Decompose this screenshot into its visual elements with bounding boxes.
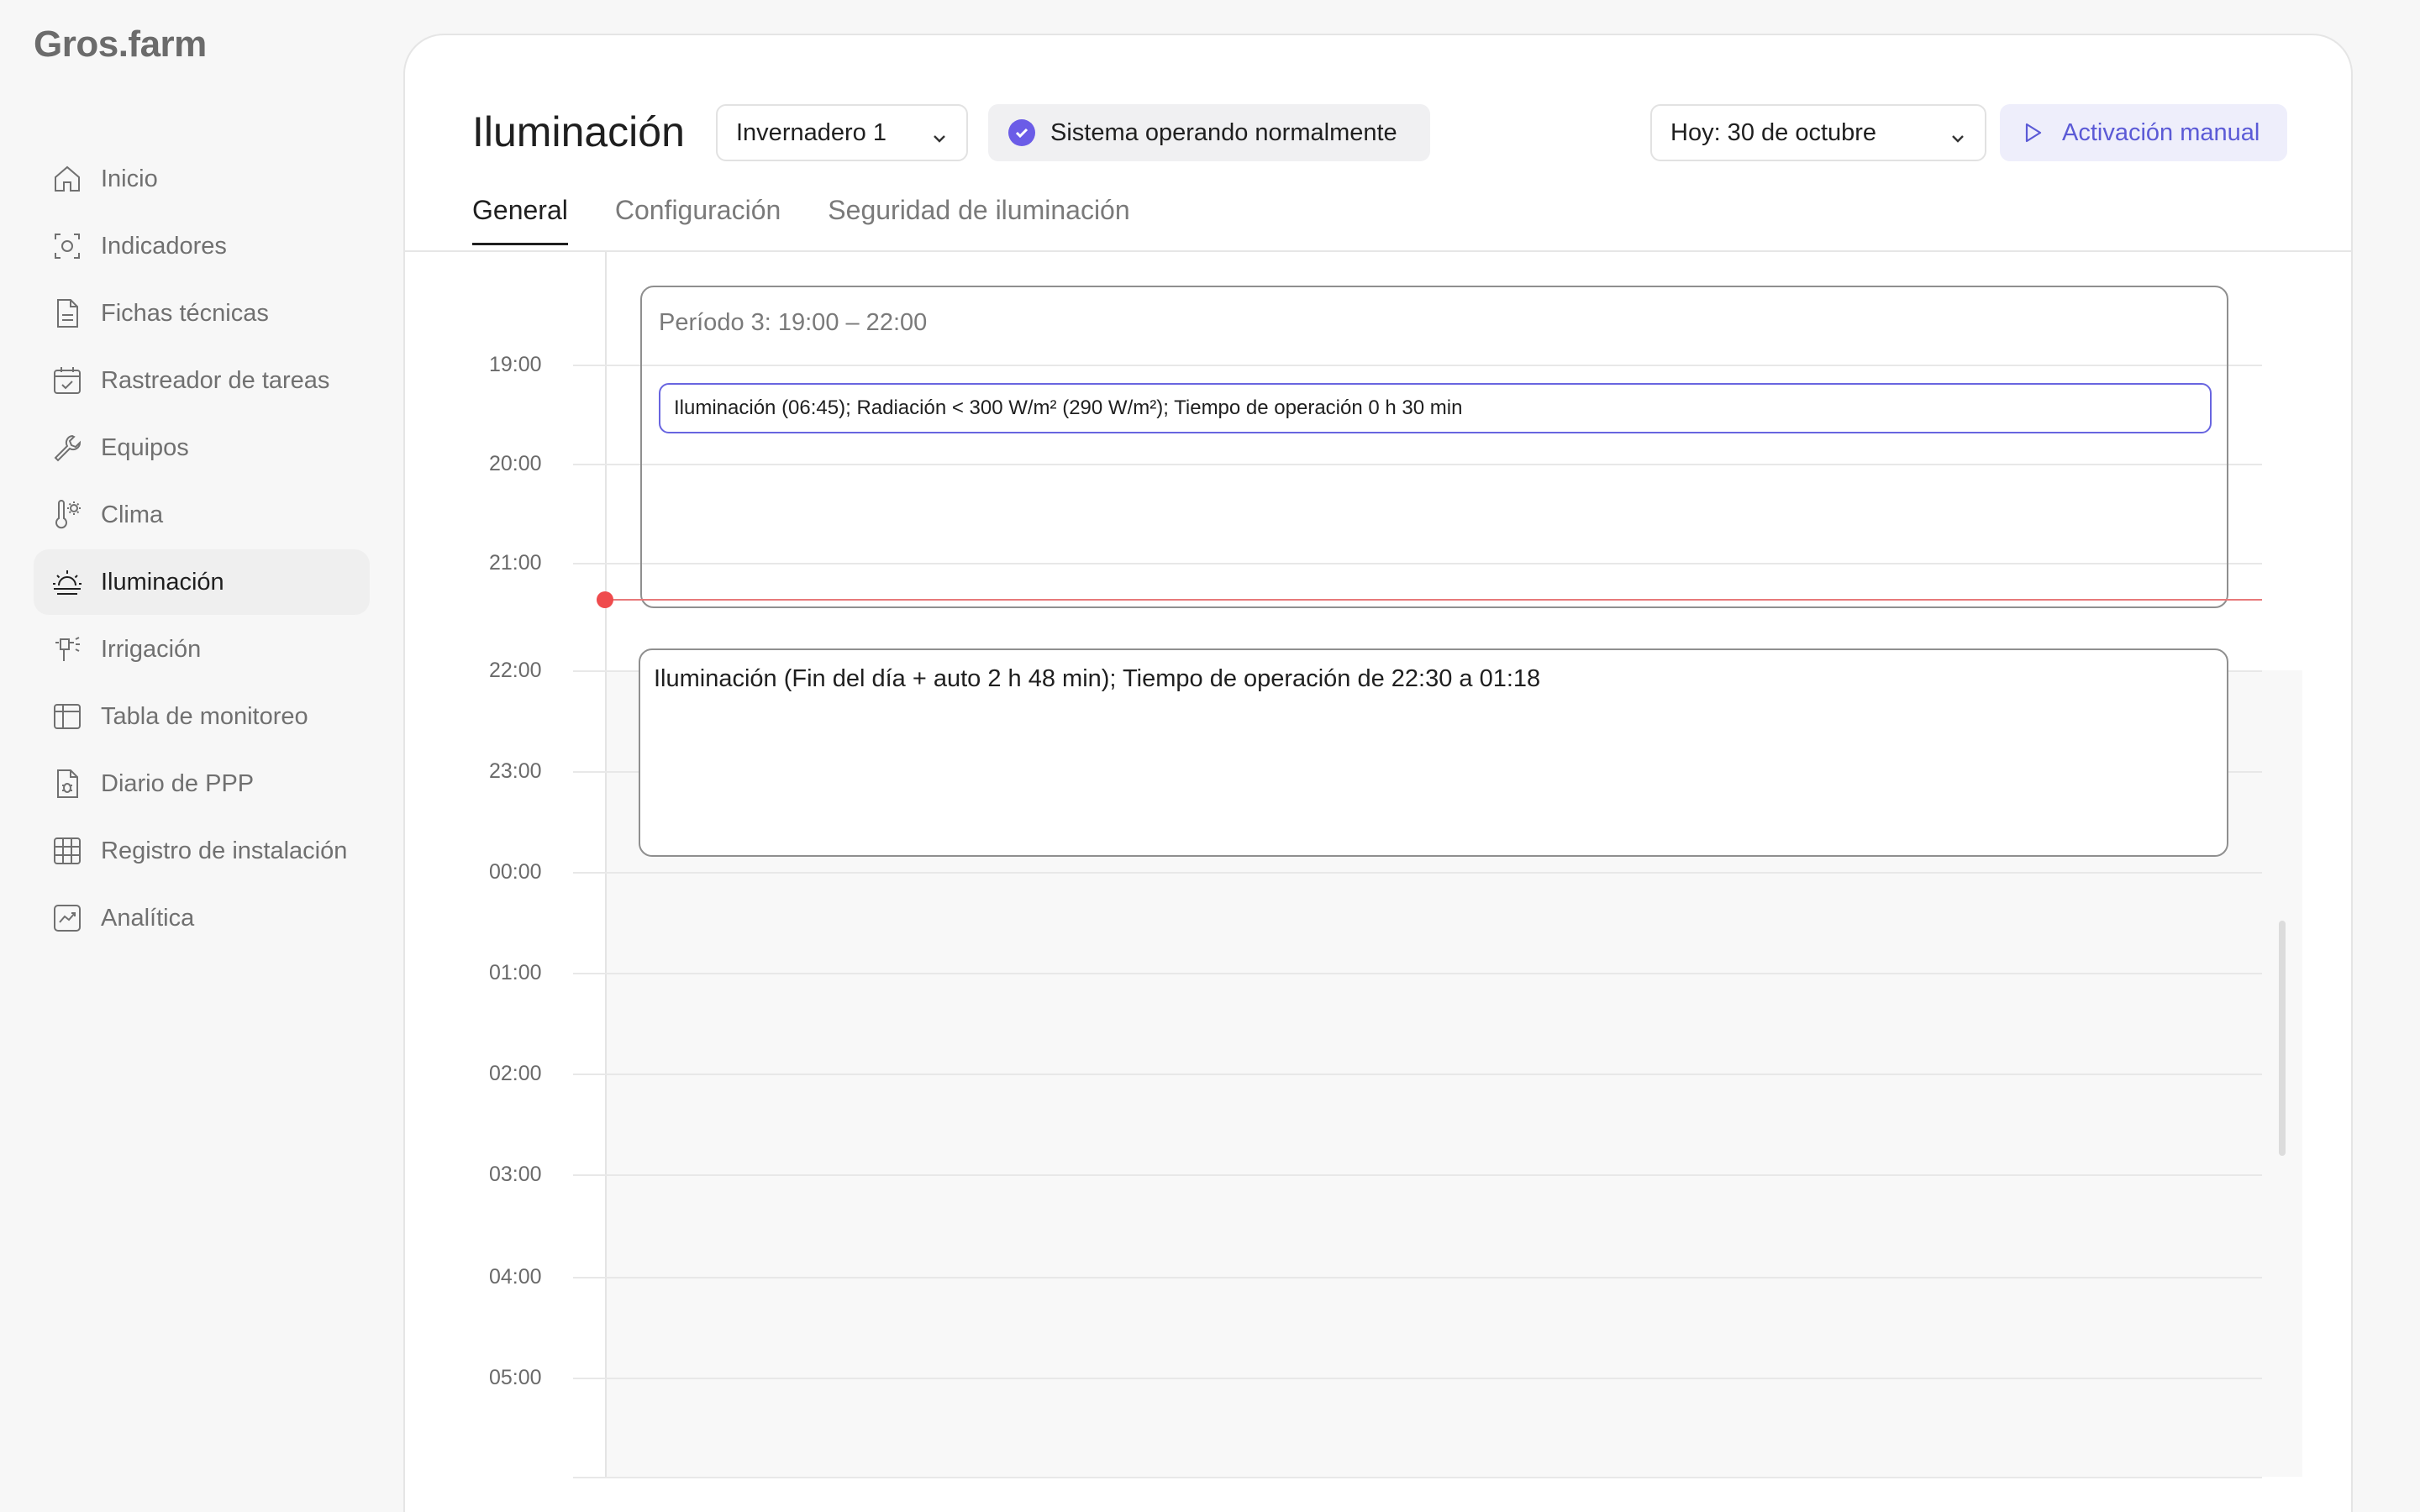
sidebar-item-inicio[interactable]: Inicio [34,146,370,212]
hour-label: 22:00 [489,659,542,682]
hour-label: 21:00 [489,551,542,575]
manual-activation-label: Activación manual [2062,118,2260,146]
greenhouse-select[interactable]: Invernadero 1 [716,104,968,161]
calendar-check-icon [50,364,84,397]
sidebar-item-label: Inicio [101,165,158,192]
sidebar-item-equipos[interactable]: Equipos [34,415,370,480]
document-icon [50,297,84,330]
hour-label: 03:00 [489,1163,542,1186]
app-root: Gros.farm Inicio Indicadores Fichas técn… [0,0,2420,1512]
sidebar-item-tabla[interactable]: Tabla de monitoreo [34,684,370,749]
sidebar-item-iluminacion[interactable]: Iluminación [34,549,370,615]
manual-activation-button[interactable]: Activación manual [2000,104,2287,161]
tab-general[interactable]: General [472,195,568,245]
check-circle-icon [1008,119,1035,146]
hour-row: 00:00 [405,860,2262,884]
hour-label: 20:00 [489,452,542,475]
bug-document-icon [50,767,84,801]
hour-label: 04:00 [489,1265,542,1289]
date-select-value: Hoy: 30 de octubre [1670,118,1877,146]
tab-seguridad[interactable]: Seguridad de iluminación [828,195,1129,245]
logo[interactable]: Gros.farm [34,24,207,66]
sidebar-item-irrigacion[interactable]: Irrigación [34,617,370,682]
chevron-down-icon [1949,126,1966,143]
status-badge: Sistema operando normalmente [988,104,1430,161]
hour-label: 00:00 [489,860,542,884]
table-icon [50,700,84,733]
chart-icon [50,901,84,935]
thermometer-sun-icon [50,498,84,532]
sidebar-item-registro[interactable]: Registro de instalación [34,818,370,884]
sidebar-item-fichas[interactable]: Fichas técnicas [34,281,370,346]
hour-row: 03:00 [405,1163,2262,1186]
sidebar-item-label: Equipos [101,433,189,461]
sidebar-item-label: Clima [101,501,164,528]
wrench-icon [50,431,84,465]
end-of-day-event-text: Iluminación (Fin del día + auto 2 h 48 m… [654,665,1541,692]
hour-label: 01:00 [489,961,542,984]
hour-gridline [573,1174,2262,1176]
indicators-icon [50,229,84,263]
tab-configuracion[interactable]: Configuración [615,195,781,245]
hour-gridline [573,1074,2262,1075]
sidebar-item-label: Iluminación [101,568,224,596]
sidebar-item-label: Irrigación [101,635,202,663]
sidebar-item-label: Fichas técnicas [101,299,269,327]
sidebar-item-label: Tabla de monitoreo [101,702,308,730]
hour-gridline [573,1378,2262,1379]
sidebar-item-indicadores[interactable]: Indicadores [34,213,370,279]
hour-gridline [573,1277,2262,1278]
hour-label: 02:00 [489,1062,542,1085]
sidebar-item-label: Analítica [101,904,195,932]
sidebar-item-label: Rastreador de tareas [101,366,330,394]
end-of-day-event[interactable]: Iluminación (Fin del día + auto 2 h 48 m… [639,648,2228,857]
sunrise-icon [50,565,84,599]
hour-label: 05:00 [489,1366,542,1389]
grid-icon [50,834,84,868]
sidebar-item-label: Indicadores [101,232,227,260]
main-panel: Iluminación Invernadero 1 Sistema operan… [403,34,2353,1512]
hour-row: 02:00 [405,1062,2262,1085]
current-time-line [605,599,2262,601]
sidebar-item-label: Diario de PPP [101,769,255,797]
sidebar-item-clima[interactable]: Clima [34,482,370,548]
timeline-axis [605,252,607,1478]
date-select[interactable]: Hoy: 30 de octubre [1650,104,1986,161]
hour-row [405,1477,2262,1478]
sidebar-item-diario[interactable]: Diario de PPP [34,751,370,816]
hour-label: 19:00 [489,353,542,376]
hour-gridline [573,1477,2262,1478]
period-label: Período 3: 19:00 – 22:00 [659,309,928,336]
period-block[interactable]: Período 3: 19:00 – 22:00 Iluminación (06… [640,286,2228,608]
play-icon [2020,120,2045,145]
page-title: Iluminación [472,108,685,155]
current-time-dot [597,591,613,608]
chevron-down-icon [931,126,948,143]
timeline-scrollbar[interactable] [2279,921,2286,1156]
sidebar-nav: Inicio Indicadores Fichas técnicas Rastr… [34,146,370,953]
hour-row: 01:00 [405,961,2262,984]
lighting-event[interactable]: Iluminación (06:45); Radiación < 300 W/m… [659,383,2212,433]
status-text: Sistema operando normalmente [1050,118,1397,146]
hour-gridline [573,872,2262,874]
hour-row: 05:00 [405,1366,2262,1389]
hour-row: 04:00 [405,1265,2262,1289]
greenhouse-select-value: Invernadero 1 [736,118,886,146]
hour-label: 23:00 [489,759,542,783]
sprinkler-icon [50,633,84,666]
home-icon [50,162,84,196]
lighting-timeline: 19:00 20:00 21:00 22:00 23:00 00:00 01:0… [405,252,2354,1512]
tab-bar: General Configuración Seguridad de ilumi… [472,195,1177,245]
sidebar-item-analitica[interactable]: Analítica [34,885,370,951]
hour-gridline [573,973,2262,974]
sidebar-item-rastreador[interactable]: Rastreador de tareas [34,348,370,413]
sidebar-item-label: Registro de instalación [101,837,348,864]
